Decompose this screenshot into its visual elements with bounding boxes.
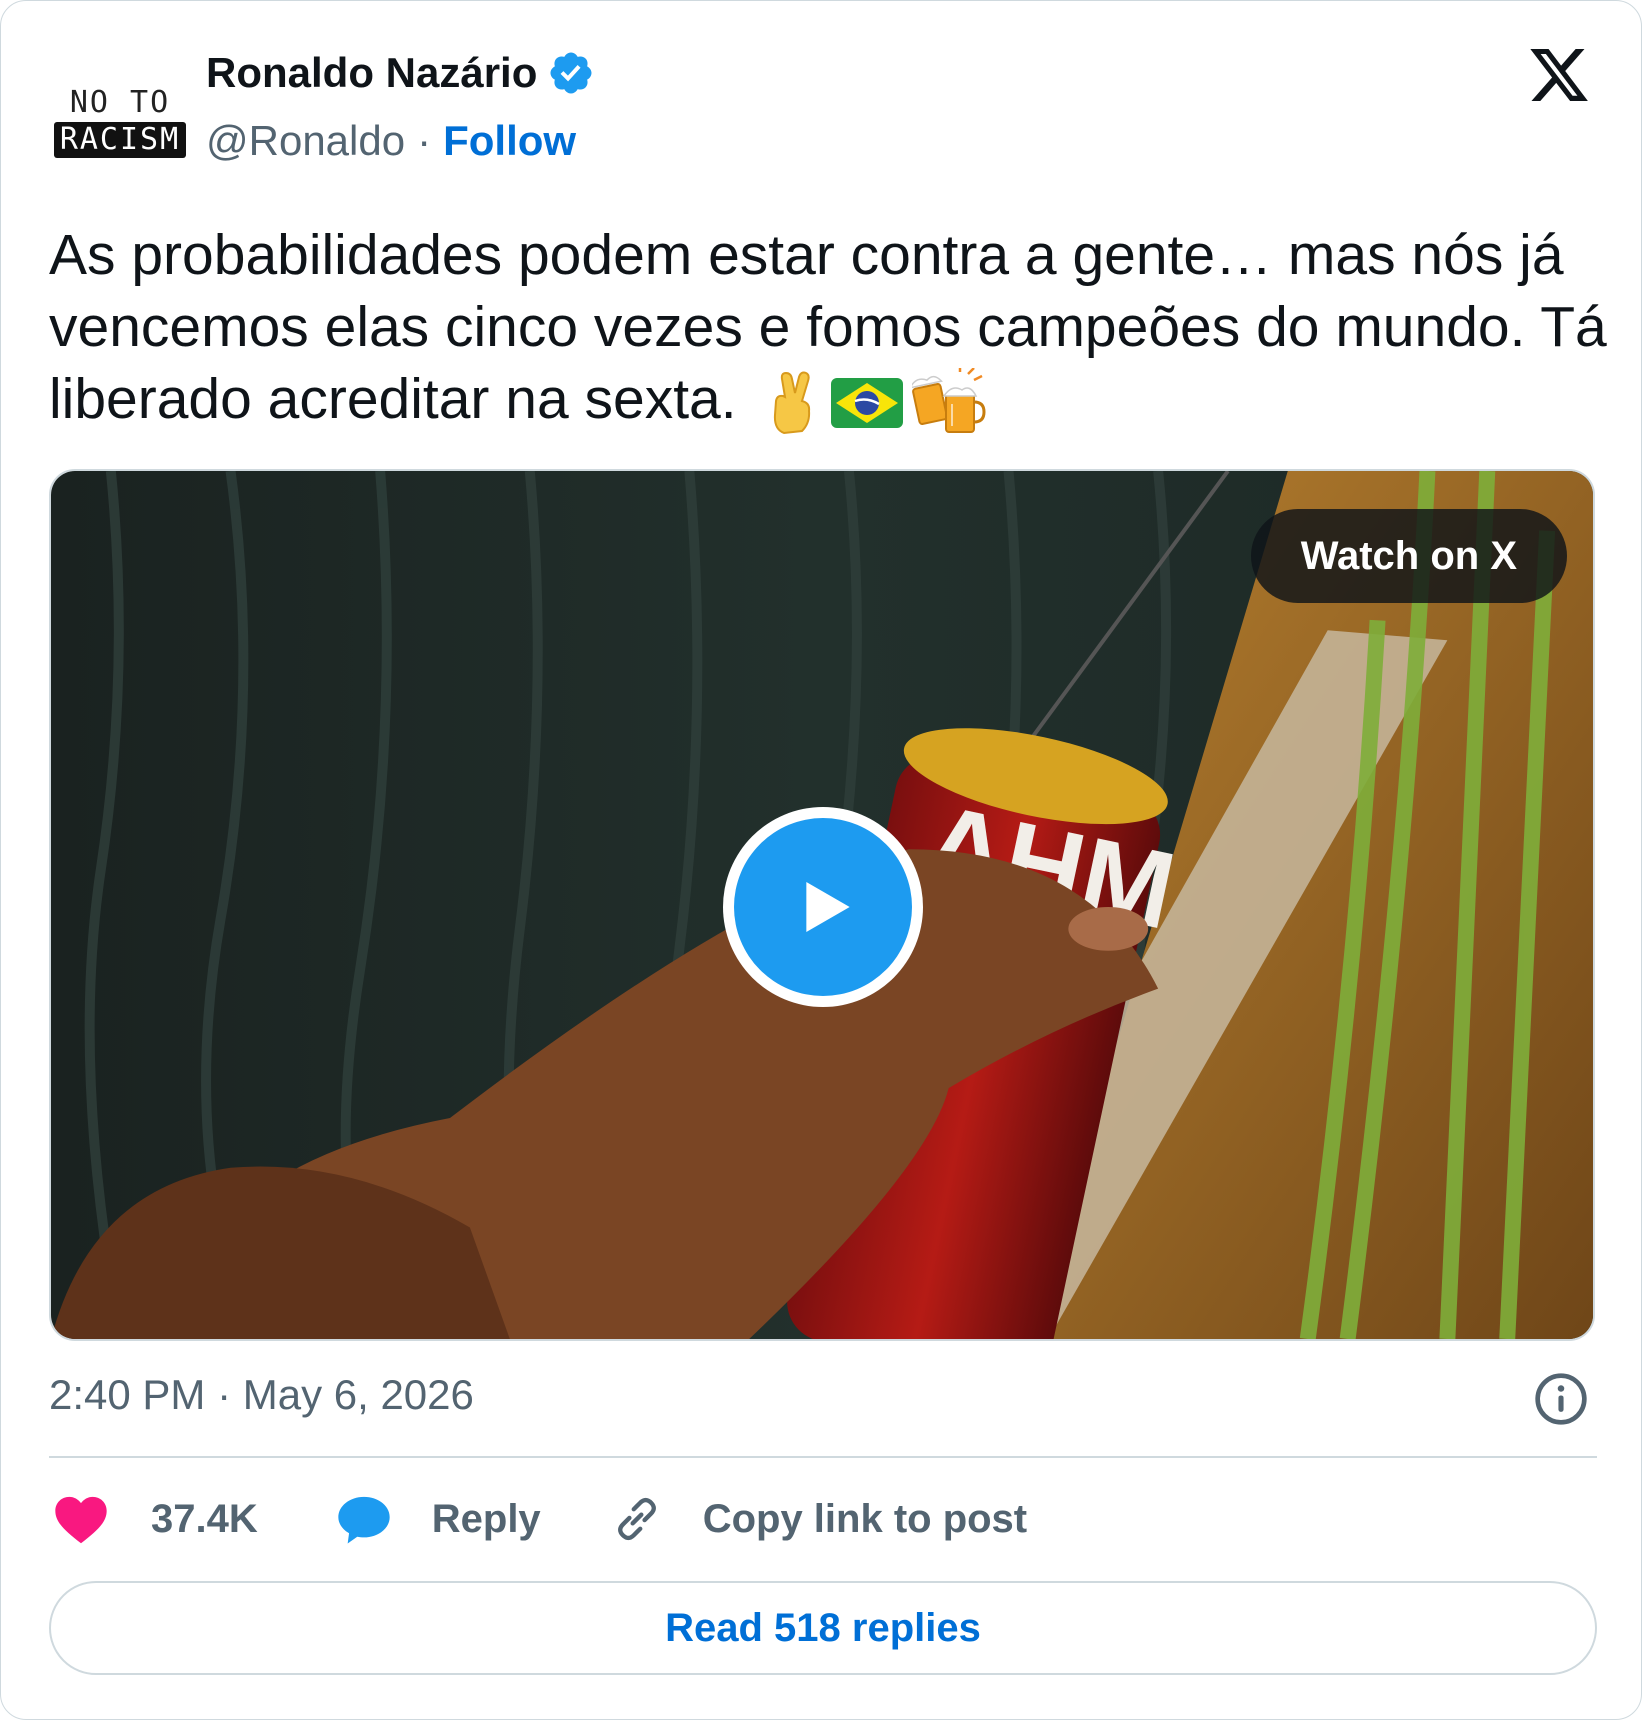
reply-label: Reply bbox=[431, 1496, 541, 1541]
play-button[interactable] bbox=[723, 807, 923, 1007]
like-count: 37.4K bbox=[151, 1496, 258, 1541]
copy-link-label: Copy link to post bbox=[702, 1496, 1028, 1541]
play-icon bbox=[806, 882, 850, 932]
watch-on-x-button[interactable]: Watch on X bbox=[1250, 509, 1567, 603]
clinking-beer-mugs-emoji bbox=[912, 367, 986, 433]
reply-button[interactable]: Reply bbox=[336, 1493, 541, 1545]
verified-badge-icon bbox=[550, 52, 592, 94]
divider bbox=[49, 1456, 1597, 1458]
author-name-row: Ronaldo Nazário bbox=[206, 49, 595, 97]
crossed-fingers-emoji bbox=[774, 371, 811, 434]
link-icon bbox=[617, 1497, 656, 1541]
author-handle[interactable]: @Ronaldo bbox=[206, 117, 405, 165]
tweet-card: NO TO RACISM Ronaldo Nazário @Ronaldo · … bbox=[0, 0, 1642, 1720]
avatar-text-bottom: RACISM bbox=[53, 122, 187, 158]
tweet-text-block: As probabilidades podem estar contra a g… bbox=[49, 219, 1609, 438]
x-logo-icon[interactable] bbox=[1525, 43, 1593, 107]
author-name[interactable]: Ronaldo Nazário bbox=[206, 49, 537, 97]
emoji-group bbox=[766, 367, 986, 438]
reply-icon bbox=[338, 1496, 390, 1544]
copy-link-button[interactable]: Copy link to post bbox=[611, 1493, 1027, 1545]
like-button[interactable]: 37.4K bbox=[53, 1493, 258, 1545]
action-bar: 37.4K Reply Copy link to post bbox=[53, 1487, 1027, 1551]
author-handle-row: @Ronaldo · Follow bbox=[206, 117, 576, 165]
handle-separator: · bbox=[417, 117, 432, 164]
video-player[interactable]: AHM Watch on X bbox=[49, 469, 1595, 1341]
avatar[interactable]: NO TO RACISM bbox=[53, 63, 187, 183]
avatar-text-top: NO TO bbox=[69, 85, 171, 120]
read-replies-button[interactable]: Read 518 replies bbox=[49, 1581, 1597, 1675]
follow-button[interactable]: Follow bbox=[443, 117, 576, 165]
heart-icon bbox=[55, 1496, 107, 1544]
play-button-circle bbox=[734, 818, 912, 996]
info-icon[interactable] bbox=[1533, 1371, 1589, 1427]
brazil-flag-emoji bbox=[831, 377, 904, 428]
post-timestamp[interactable]: 2:40 PM · May 6, 2026 bbox=[49, 1371, 474, 1419]
